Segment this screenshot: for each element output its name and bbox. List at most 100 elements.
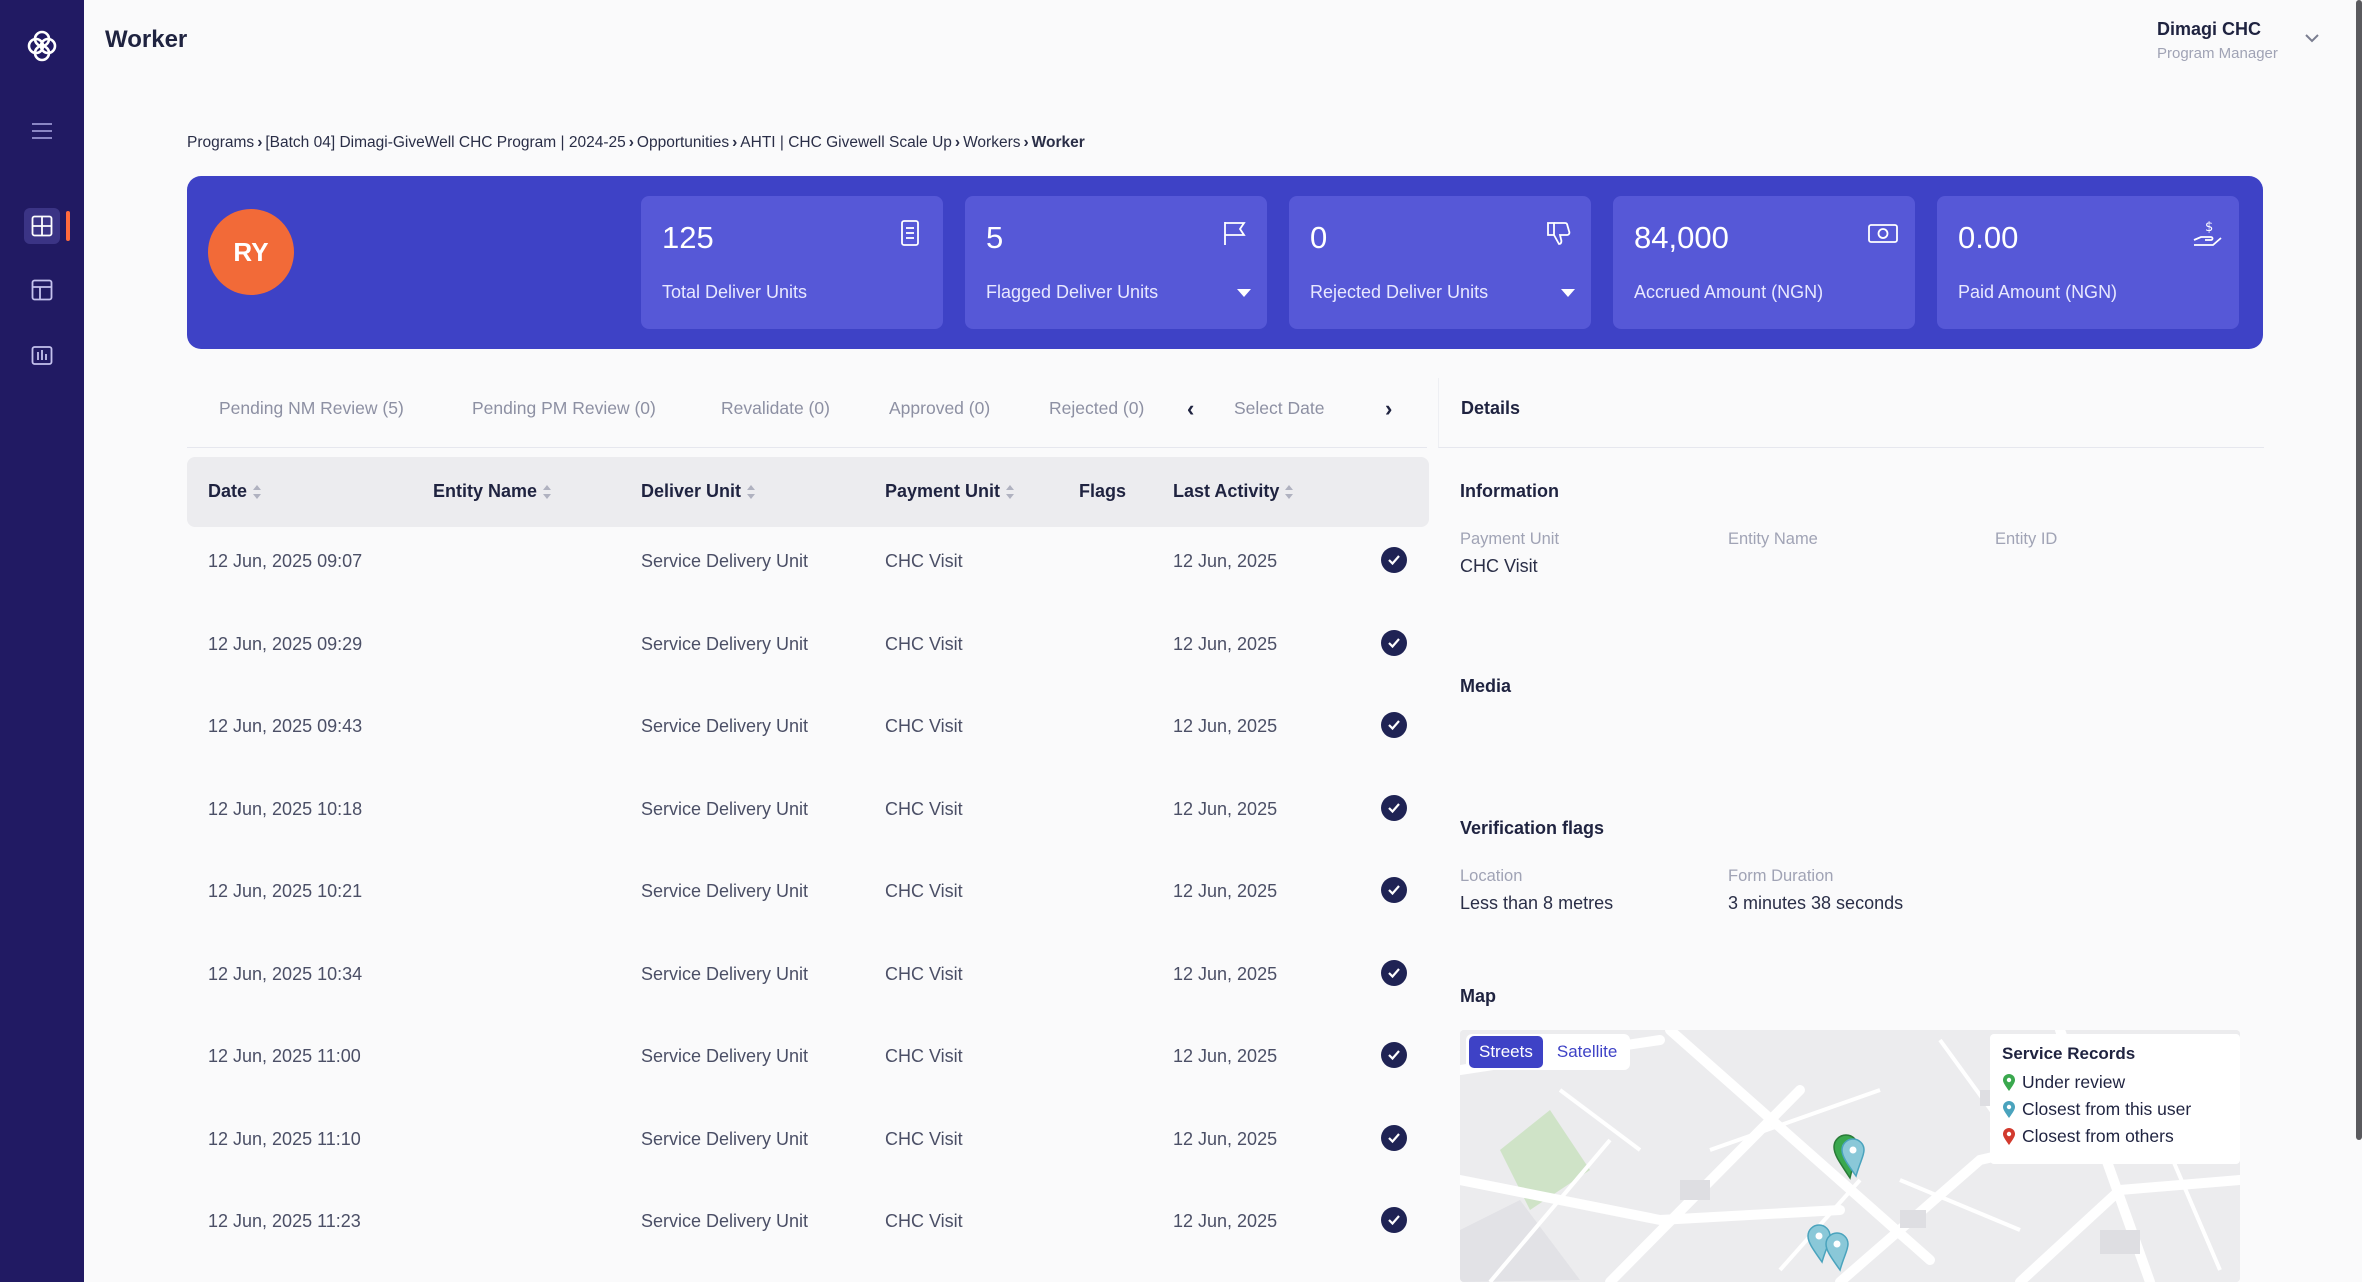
stat-label: Accrued Amount (NGN) [1634, 282, 1824, 302]
deliveries-table: Date Entity Name Deliver Unit Payment Un… [187, 457, 1429, 1270]
tab-rejected[interactable]: Rejected (0) [1049, 398, 1144, 419]
streets-button[interactable]: Streets [1469, 1036, 1543, 1068]
column-header-date[interactable]: Date [208, 481, 262, 502]
cell-deliver-unit: Service Delivery Unit [641, 798, 809, 819]
breadcrumb-item[interactable]: Programs [187, 134, 254, 152]
worker-avatar: RY [208, 209, 294, 295]
table-row[interactable]: 12 Jun, 2025 09:29 Service Delivery Unit C… [187, 610, 1429, 693]
check-circle-icon[interactable] [1381, 547, 1407, 573]
check-circle-icon[interactable] [1381, 959, 1407, 986]
table-row[interactable]: 12 Jun, 2025 09:43 Service Delivery Unit C… [187, 692, 1429, 775]
cell-date: 12 Jun, 2025 10:18 [208, 798, 363, 819]
connect-logo-icon[interactable] [22, 26, 62, 66]
tab-pending-pm-review[interactable]: Pending PM Review (0) [472, 398, 656, 419]
table-row[interactable]: 12 Jun, 2025 11:23 Service Delivery Unit C… [187, 1187, 1429, 1270]
active-indicator [66, 211, 70, 241]
column-header-payment-unit[interactable]: Payment Unit [885, 481, 1015, 502]
stat-label: Paid Amount (NGN) [1958, 282, 2118, 302]
stat-value: 125 [662, 220, 714, 255]
column-label: Entity Name [433, 481, 538, 501]
payment-unit-label: Payment Unit [1460, 530, 1560, 548]
sort-icon[interactable] [543, 484, 552, 499]
tab-pending-nm-review[interactable]: Pending NM Review (5) [219, 398, 404, 419]
sort-icon[interactable] [747, 484, 756, 499]
cell-last-activity: 12 Jun, 2025 [1173, 881, 1278, 901]
table-row[interactable]: 12 Jun, 2025 10:18 Service Delivery Unit C… [187, 775, 1429, 858]
service-map[interactable]: Streets Satellite Service Records Under … [1460, 1030, 2240, 1282]
blue-pin-icon [2003, 1100, 2015, 1118]
breadcrumb-item[interactable]: Opportunities [637, 134, 729, 152]
org-role: Program Manager [2157, 45, 2278, 62]
caret-down-icon[interactable] [1237, 289, 1251, 297]
column-header-entity-name[interactable]: Entity Name [433, 481, 552, 502]
cell-last-activity: 12 Jun, 2025 [1173, 963, 1278, 984]
table-row[interactable]: 12 Jun, 2025 09:07 Service Delivery Unit C… [187, 527, 1429, 610]
report-icon[interactable] [24, 337, 60, 373]
breadcrumb-item[interactable]: [Batch 04] Dimagi-GiveWell CHC Program |… [265, 134, 625, 152]
cell-last-activity: 12 Jun, 2025 [1173, 1046, 1278, 1066]
check-circle-icon[interactable] [1381, 877, 1407, 903]
tab-revalidate[interactable]: Revalidate (0) [721, 398, 830, 419]
sort-icon[interactable] [1006, 484, 1015, 499]
check-circle-icon[interactable] [1381, 794, 1407, 821]
org-name[interactable]: Dimagi CHC [2157, 19, 2261, 40]
cell-payment-unit: CHC Visit [885, 1046, 963, 1066]
breadcrumb-current: Worker [1031, 134, 1085, 151]
breadcrumb-item[interactable]: Workers [963, 134, 1020, 152]
table-row[interactable]: 12 Jun, 2025 11:10 Service Delivery Unit C… [187, 1105, 1429, 1188]
cell-payment-unit: CHC Visit [885, 551, 963, 571]
column-header-deliver-unit[interactable]: Deliver Unit [641, 481, 756, 502]
chevron-right-icon: › [732, 134, 738, 151]
check-circle-icon[interactable] [1381, 1207, 1407, 1233]
caret-down-icon[interactable] [1561, 289, 1575, 297]
check-circle-icon[interactable] [1381, 1042, 1407, 1068]
column-header-last-activity[interactable]: Last Activity [1173, 481, 1294, 502]
date-selector[interactable]: Select Date [1234, 398, 1324, 419]
check-circle-icon[interactable] [1381, 629, 1407, 656]
table-row[interactable]: 12 Jun, 2025 10:34 Service Delivery Unit C… [187, 940, 1429, 1023]
table-body: 12 Jun, 2025 09:07 Service Delivery Unit C… [187, 527, 1429, 1270]
stat-label: Flagged Deliver Units [986, 282, 1159, 302]
stat-card-flagged-deliver-units[interactable]: 5 Flagged Deliver Units [965, 196, 1267, 329]
cell-deliver-unit: Service Delivery Unit [641, 963, 809, 984]
stat-value: 0 [1310, 220, 1328, 255]
cell-deliver-unit: Service Delivery Unit [641, 1046, 809, 1066]
breadcrumb: Programs › [Batch 04] Dimagi-GiveWell CHC… [187, 134, 1085, 152]
grid-icon[interactable] [24, 208, 60, 244]
check-circle-icon[interactable] [1381, 1124, 1407, 1151]
hamburger-menu-icon[interactable] [24, 113, 60, 149]
cell-payment-unit: CHC Visit [885, 881, 963, 901]
hand-coin-icon: $ [2191, 218, 2222, 248]
column-header-flags: Flags [1079, 481, 1126, 502]
sort-icon[interactable] [253, 484, 262, 499]
cell-date: 12 Jun, 2025 11:23 [208, 1211, 361, 1231]
chevron-down-icon[interactable] [2304, 30, 2320, 48]
cell-last-activity: 12 Jun, 2025 [1173, 1211, 1278, 1231]
layout-icon[interactable] [24, 272, 60, 308]
table-row[interactable]: 12 Jun, 2025 11:00 Service Delivery Unit C… [187, 1022, 1429, 1105]
sort-icon[interactable] [1285, 484, 1294, 499]
cell-payment-unit: CHC Visit [885, 1128, 963, 1149]
tab-approved[interactable]: Approved (0) [889, 398, 990, 419]
cell-deliver-unit: Service Delivery Unit [641, 881, 809, 901]
check-circle-icon[interactable] [1381, 712, 1407, 738]
chevron-right-icon[interactable]: › [1385, 396, 1392, 422]
stat-value: 84,000 [1634, 220, 1729, 255]
legend-item-closest-user: Closest from this user [2002, 1096, 2228, 1123]
legend-label: Closest from this user [2022, 1099, 2192, 1119]
breadcrumb-item[interactable]: AHTI | CHC Givewell Scale Up [740, 134, 952, 152]
stat-card-rejected-deliver-units[interactable]: 0 Rejected Deliver Units [1289, 196, 1591, 329]
table-row[interactable]: 12 Jun, 2025 10:21 Service Delivery Unit C… [187, 857, 1429, 940]
thumbs-down-icon [1543, 218, 1573, 248]
cell-deliver-unit: Service Delivery Unit [641, 1128, 809, 1149]
stat-card-total-deliver-units: 125 Total Deliver Units [641, 196, 943, 329]
cell-date: 12 Jun, 2025 11:10 [208, 1128, 361, 1149]
stat-label: Total Deliver Units [662, 282, 808, 302]
satellite-button[interactable]: Satellite [1547, 1036, 1627, 1068]
stat-card-accrued-amount: 84,000 Accrued Amount (NGN) [1613, 196, 1915, 329]
cell-deliver-unit: Service Delivery Unit [641, 551, 809, 571]
map-style-toggle: Streets Satellite [1466, 1034, 1631, 1070]
column-label: Last Activity [1173, 481, 1280, 501]
page-scrollbar[interactable] [2356, 0, 2362, 1140]
chevron-left-icon[interactable]: ‹ [1187, 396, 1194, 422]
